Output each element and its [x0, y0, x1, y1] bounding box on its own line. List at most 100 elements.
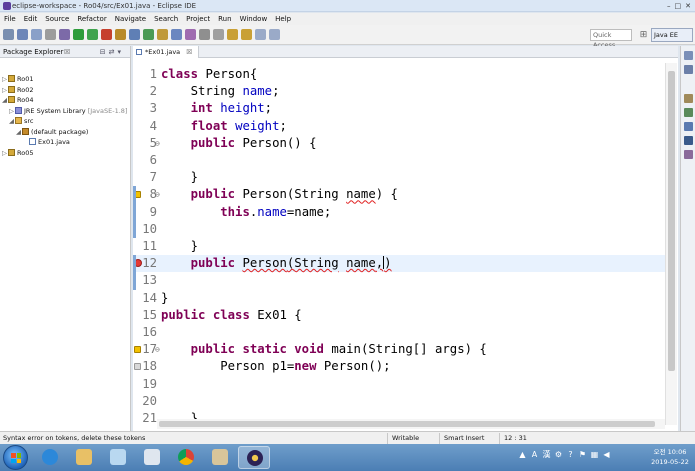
task-list-icon[interactable]	[683, 65, 693, 74]
new-icon[interactable]	[3, 29, 14, 40]
open-type-icon[interactable]	[157, 29, 168, 40]
menu-search[interactable]: Search	[150, 13, 182, 25]
taskbar-explorer[interactable]	[68, 446, 100, 469]
console-icon[interactable]	[683, 136, 693, 145]
tree-item[interactable]: ▷ Ro02	[2, 85, 127, 96]
taskbar-media[interactable]	[102, 446, 134, 469]
fold-toggle-icon[interactable]: ⊖	[155, 341, 160, 358]
menu-project[interactable]: Project	[182, 13, 214, 25]
taskbar-app[interactable]	[136, 446, 168, 469]
code-line[interactable]: 10	[133, 221, 665, 238]
maximize-button[interactable]: □	[675, 0, 682, 12]
tree-item[interactable]: ▷ Ro05	[2, 148, 127, 159]
snippets-icon[interactable]	[683, 150, 693, 159]
status-insert-mode[interactable]: Smart Insert	[439, 433, 497, 444]
menu-help[interactable]: Help	[271, 13, 295, 25]
taskbar-chrome[interactable]	[170, 446, 202, 469]
code-line[interactable]: 20	[133, 393, 665, 410]
flag-icon[interactable]: ⚑	[578, 450, 587, 459]
ime-settings-icon[interactable]: ⚙	[554, 450, 563, 459]
next-annotation-icon[interactable]	[227, 29, 238, 40]
code-line[interactable]: 7 }	[133, 169, 665, 186]
horizontal-scrollbar[interactable]	[157, 419, 665, 429]
minimize-button[interactable]: –	[667, 0, 671, 12]
close-view-icon[interactable]: ☒	[64, 46, 70, 58]
code-line[interactable]: 5 ⊖ public Person() {	[133, 135, 665, 152]
new-java-project-icon[interactable]	[115, 29, 126, 40]
menu-file[interactable]: File	[0, 13, 20, 25]
mark-occurrences-icon[interactable]	[185, 29, 196, 40]
menu-source[interactable]: Source	[41, 13, 73, 25]
taskbar-eclipse[interactable]	[238, 446, 270, 469]
tree-item[interactable]: ◢ Ro04	[2, 95, 127, 106]
outline-icon[interactable]	[683, 51, 693, 60]
show-whitespace-icon[interactable]	[213, 29, 224, 40]
taskbar-ie[interactable]	[34, 446, 66, 469]
save-all-icon[interactable]	[31, 29, 42, 40]
code-line[interactable]: 3 int height;	[133, 100, 665, 117]
code-line[interactable]: 17 ⊖ public static void main(String[] arg…	[133, 341, 665, 358]
ime-language-icon[interactable]: A	[530, 450, 539, 459]
tree-item[interactable]: ◢ (default package)	[2, 127, 127, 138]
help-icon[interactable]: ?	[566, 450, 575, 459]
back-icon[interactable]	[255, 29, 266, 40]
code-line[interactable]: 13	[133, 272, 665, 289]
code-line[interactable]: 6	[133, 152, 665, 169]
servers-icon[interactable]	[683, 122, 693, 131]
menu-run[interactable]: Run	[214, 13, 235, 25]
perspective-java-ee[interactable]: Java EE	[651, 28, 693, 42]
open-perspective-icon[interactable]: ⊞	[638, 29, 649, 41]
code-text-area[interactable]: 1 class Person{2 String name; 3 int height…	[133, 63, 665, 425]
collapse-all-icon[interactable]: ⊟	[100, 48, 109, 56]
editor-tab-ex01[interactable]: *Ex01.java ☒	[133, 46, 200, 58]
quick-access-input[interactable]: Quick Access	[590, 29, 632, 49]
close-tab-icon[interactable]: ☒	[186, 48, 192, 56]
toggle-block-icon[interactable]	[199, 29, 210, 40]
tray-arrow-icon[interactable]: ▲	[518, 450, 527, 459]
new-package-icon[interactable]	[129, 29, 140, 40]
debug-icon[interactable]	[59, 29, 70, 40]
forward-icon[interactable]	[269, 29, 280, 40]
volume-icon[interactable]: ◀	[602, 450, 611, 459]
tree-item[interactable]: ◢ src	[2, 116, 127, 127]
code-line[interactable]: 8 ⊖ public Person(String name) {	[133, 186, 665, 203]
menu-window[interactable]: Window	[236, 13, 272, 25]
run-config-icon[interactable]	[87, 29, 98, 40]
scrollbar-thumb[interactable]	[159, 421, 655, 427]
code-line[interactable]: 11 }	[133, 238, 665, 255]
code-line[interactable]: 14}	[133, 290, 665, 307]
search-icon[interactable]	[171, 29, 182, 40]
menu-edit[interactable]: Edit	[20, 13, 42, 25]
code-line[interactable]: 1 class Person{	[133, 66, 665, 83]
print-icon[interactable]	[45, 29, 56, 40]
close-window-button[interactable]: ✕	[685, 0, 691, 12]
markers-icon[interactable]	[683, 94, 693, 103]
tree-item[interactable]: ▷ JRE System Library [JavaSE-1.8]	[2, 106, 127, 117]
save-icon[interactable]	[17, 29, 28, 40]
menu-refactor[interactable]: Refactor	[73, 13, 110, 25]
code-line[interactable]: 18 Person p1=new Person();	[133, 358, 665, 375]
view-menu-icon[interactable]: ▾	[117, 48, 124, 56]
external-tools-icon[interactable]	[101, 29, 112, 40]
code-line[interactable]: 16	[133, 324, 665, 341]
scrollbar-thumb[interactable]	[668, 71, 675, 371]
code-line[interactable]: 19	[133, 376, 665, 393]
code-line[interactable]: 9 this.name=name;	[133, 204, 665, 221]
start-button[interactable]	[3, 445, 28, 470]
current-code-line[interactable]: 12 public Person(String name,)	[133, 255, 665, 273]
fold-toggle-icon[interactable]: ⊖	[155, 186, 160, 203]
run-icon[interactable]	[73, 29, 84, 40]
network-icon[interactable]: ▦	[590, 450, 599, 459]
new-class-icon[interactable]	[143, 29, 154, 40]
tree-item[interactable]: ▷ Ro01	[2, 74, 127, 85]
code-line[interactable]: 15 public class Ex01 {	[133, 307, 665, 324]
fold-toggle-icon[interactable]: ⊖	[155, 135, 160, 152]
code-line[interactable]: 2 String name;	[133, 83, 665, 100]
properties-icon[interactable]	[683, 108, 693, 117]
ime-mode-icon[interactable]: 漢	[542, 450, 551, 459]
taskbar-clock[interactable]: 오전 10:06 2019-05-22	[648, 447, 692, 467]
code-line[interactable]: 4 float weight;	[133, 118, 665, 135]
vertical-scrollbar[interactable]	[665, 63, 677, 425]
menu-navigate[interactable]: Navigate	[111, 13, 150, 25]
prev-annotation-icon[interactable]	[241, 29, 252, 40]
